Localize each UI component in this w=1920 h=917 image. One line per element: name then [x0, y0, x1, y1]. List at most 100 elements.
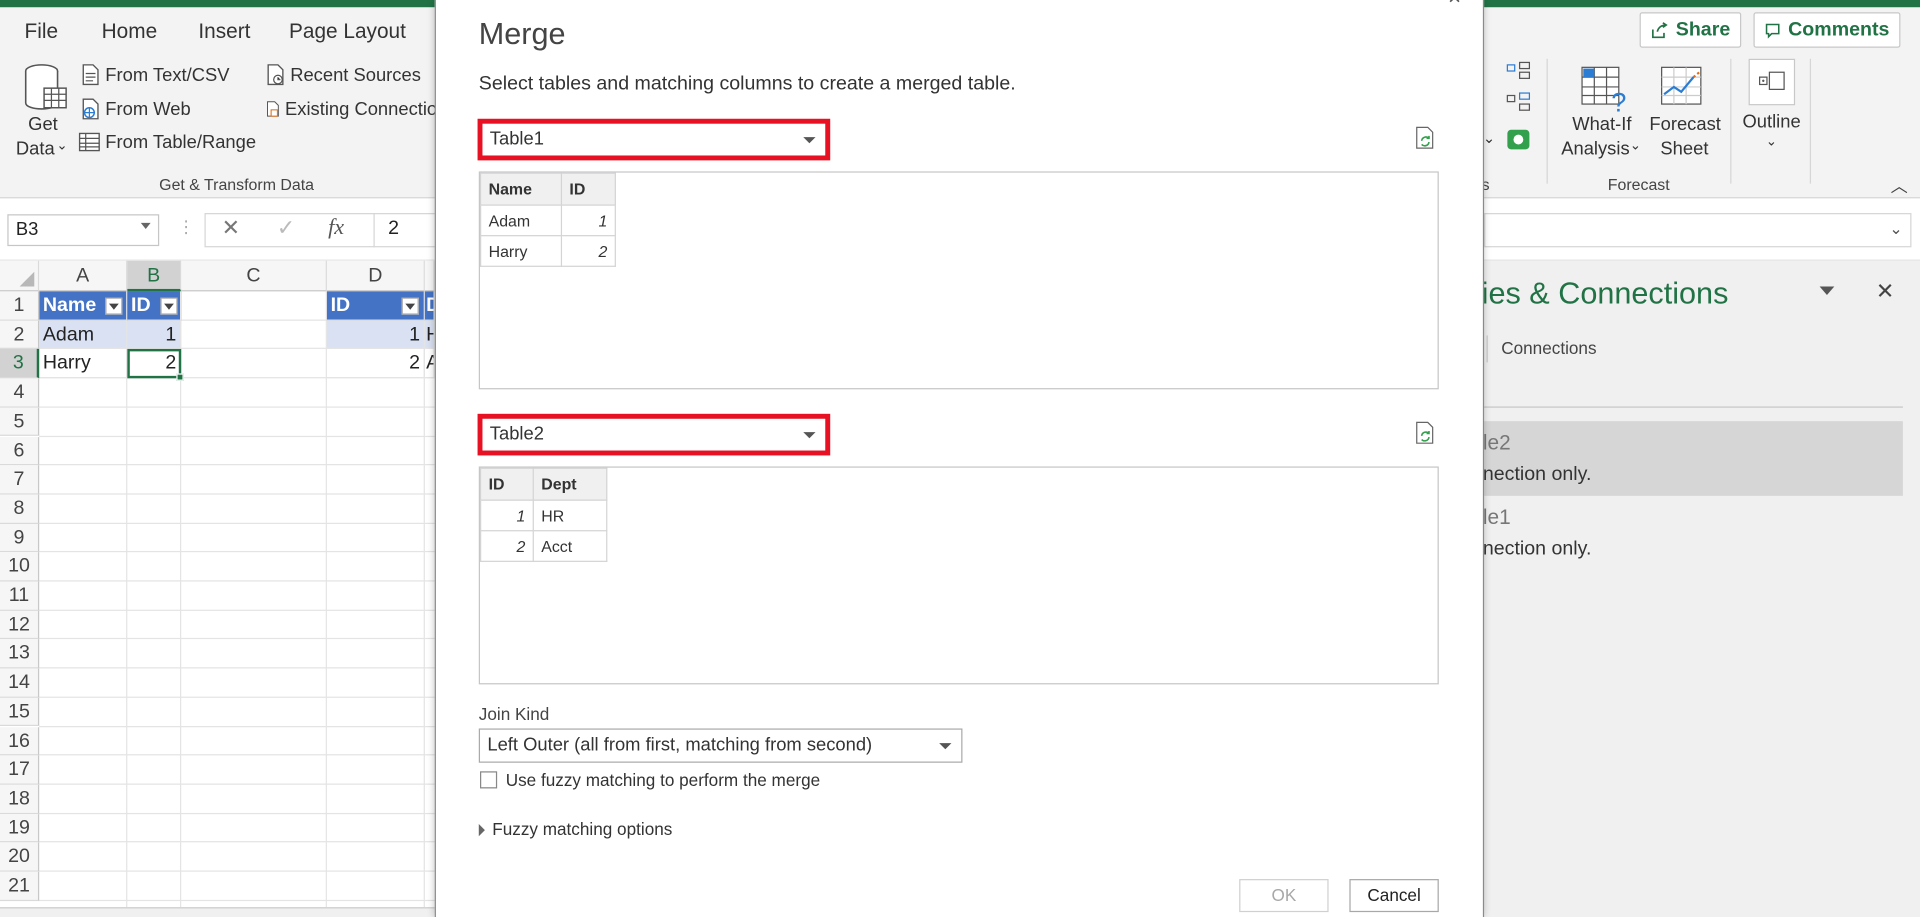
from-text-csv-button[interactable]: From Text/CSV	[81, 62, 265, 86]
table1-header-name[interactable]: Name	[39, 291, 128, 321]
table2-cell[interactable]: H	[424, 320, 435, 350]
column-header-d[interactable]: D	[326, 260, 425, 292]
share-button[interactable]: Share	[1639, 12, 1742, 48]
caret-down-icon[interactable]	[140, 222, 151, 229]
tab-home[interactable]: Home	[102, 20, 158, 44]
collapse-ribbon-icon[interactable]: ︿	[1891, 174, 1908, 198]
pane-close-icon[interactable]: ✕	[1876, 279, 1894, 305]
tab-file[interactable]: File	[24, 20, 58, 44]
row-header-13[interactable]: 13	[0, 639, 40, 669]
filter-dropdown-icon[interactable]	[160, 297, 178, 315]
table2-cell[interactable]: 2	[326, 349, 425, 379]
row-header-1[interactable]: 1	[0, 291, 40, 321]
fill-handle[interactable]	[176, 373, 184, 381]
recent-sources-button[interactable]: Recent Sources	[266, 62, 437, 86]
tab-page-layout[interactable]: Page Layout	[289, 20, 406, 44]
preview-column-header[interactable]: ID	[480, 467, 534, 501]
preview-cell: 2	[560, 235, 616, 267]
row-header-2[interactable]: 2	[0, 320, 40, 350]
row-header-11[interactable]: 11	[0, 581, 40, 611]
column-header-a[interactable]: A	[39, 260, 128, 292]
fuzzy-checkbox[interactable]	[480, 771, 498, 789]
function-icon[interactable]: fx	[328, 214, 344, 240]
refresh-preview-icon[interactable]	[1413, 126, 1437, 150]
row-header-15[interactable]: 15	[0, 697, 40, 727]
select-all-corner[interactable]	[0, 260, 40, 292]
name-box[interactable]: B3	[7, 214, 160, 247]
table1-select[interactable]: Table1	[477, 118, 831, 161]
row-header-21[interactable]: 21	[0, 871, 40, 901]
table1-preview-grid: Name ID Adam 1 Harry 2	[480, 172, 616, 267]
column-header-b[interactable]: B	[127, 260, 182, 292]
row-header-12[interactable]: 12	[0, 610, 40, 640]
expand-formula-icon[interactable]: ⌄	[1889, 219, 1902, 239]
table2-preview-grid: ID Dept 1 HR 2 Acct	[480, 467, 608, 562]
row-header-8[interactable]: 8	[0, 494, 40, 524]
table2-header-dept[interactable]: D	[424, 291, 435, 321]
cancel-icon[interactable]: ✕	[222, 215, 240, 241]
pane-options-icon[interactable]	[1819, 286, 1835, 296]
join-kind-select[interactable]: Left Outer (all from first, matching fro…	[478, 728, 963, 763]
database-icon	[24, 64, 67, 110]
dialog-title: Merge	[478, 17, 566, 52]
expand-triangle-icon[interactable]	[478, 823, 485, 837]
from-table-range-button[interactable]: From Table/Range	[78, 130, 274, 154]
table2-select[interactable]: Table2	[477, 413, 831, 456]
table1-cell[interactable]: Adam	[39, 320, 128, 350]
more-icon: ⋮	[177, 216, 195, 237]
formula-input-right[interactable]	[1484, 213, 1912, 248]
table1-cell[interactable]: Harry	[39, 349, 128, 379]
fuzzy-checkbox-label[interactable]: Use fuzzy matching to perform the merge	[506, 770, 820, 790]
sheet-tabs-bar	[0, 907, 435, 917]
row-header-5[interactable]: 5	[0, 407, 40, 437]
get-data-button[interactable]	[20, 61, 69, 115]
row-header-7[interactable]: 7	[0, 465, 40, 495]
name-box-value: B3	[15, 219, 39, 240]
enter-icon[interactable]: ✓	[277, 215, 295, 241]
existing-connections-button[interactable]: Existing Connectio	[266, 97, 437, 121]
outline-button[interactable]	[1748, 58, 1796, 106]
what-if-analysis-button[interactable]: ?	[1580, 62, 1631, 117]
row-header-17[interactable]: 17	[0, 755, 40, 785]
column-header-c[interactable]: C	[181, 260, 327, 292]
row-header-10[interactable]: 10	[0, 552, 40, 582]
table1-header-id[interactable]: ID	[127, 291, 182, 321]
query-item-selected[interactable]: le2 nection only.	[1482, 421, 1903, 496]
fuzzy-options-toggle[interactable]: Fuzzy matching options	[492, 819, 672, 839]
column-header-e[interactable]	[424, 260, 435, 292]
preview-column-header[interactable]: ID	[560, 172, 616, 206]
forecast-sheet-button[interactable]	[1659, 62, 1708, 111]
filter-dropdown-icon[interactable]	[105, 297, 123, 315]
row-header-20[interactable]: 20	[0, 842, 40, 872]
active-cell-b3[interactable]: 2	[127, 349, 182, 379]
preview-cell: 1	[480, 499, 534, 532]
row-header-9[interactable]: 9	[0, 523, 40, 553]
row-header-4[interactable]: 4	[0, 378, 40, 408]
dialog-close-icon[interactable]: ✕	[1447, 0, 1461, 9]
table2-header-id[interactable]: ID	[326, 291, 425, 321]
table1-cell[interactable]: 1	[127, 320, 182, 350]
row-header-3[interactable]: 3	[0, 349, 40, 379]
row-header-18[interactable]: 18	[0, 784, 40, 814]
comments-button[interactable]: Comments	[1753, 12, 1901, 48]
refresh-preview-icon[interactable]	[1413, 421, 1437, 445]
ok-button[interactable]: OK	[1239, 879, 1329, 913]
row-header-6[interactable]: 6	[0, 436, 40, 466]
row-header-14[interactable]: 14	[0, 668, 40, 698]
cancel-button[interactable]: Cancel	[1349, 879, 1439, 913]
existing-connections-label: Existing Connectio	[285, 98, 438, 120]
outline-label: Outline	[1742, 111, 1801, 133]
table2-cell[interactable]: 1	[326, 320, 425, 350]
query-item[interactable]: le1 nection only.	[1483, 496, 1903, 571]
preview-cell: 2	[480, 530, 534, 562]
filter-dropdown-icon[interactable]	[401, 297, 419, 315]
tab-insert[interactable]: Insert	[198, 20, 250, 44]
preview-column-header[interactable]: Name	[480, 172, 563, 206]
from-web-button[interactable]: From Web	[81, 97, 265, 121]
table2-cell[interactable]: A	[424, 349, 435, 379]
preview-column-header[interactable]: Dept	[532, 467, 608, 501]
row-header-16[interactable]: 16	[0, 726, 40, 756]
formula-input[interactable]: 2	[388, 218, 399, 240]
tab-connections[interactable]: Connections	[1501, 338, 1596, 358]
row-header-19[interactable]: 19	[0, 813, 40, 843]
